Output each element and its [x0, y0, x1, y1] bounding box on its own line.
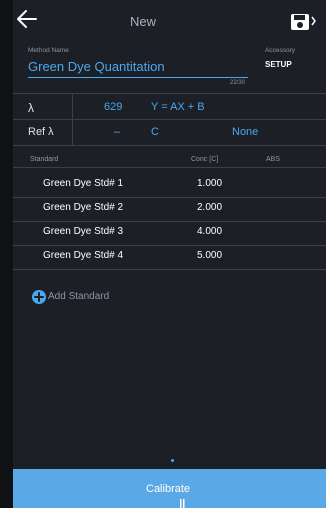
ref-lambda-label: Ref λ: [28, 126, 54, 138]
standard-conc: 2.000: [197, 202, 223, 213]
equation-value[interactable]: Y = AX + B: [151, 101, 205, 113]
lambda-value[interactable]: 629: [104, 101, 122, 113]
table-row[interactable]: Green Dye Std# 4 5.000: [13, 244, 326, 268]
page-title: New: [130, 14, 157, 29]
standard-name: Green Dye Std# 2: [43, 202, 124, 213]
chevron-right-icon[interactable]: [311, 16, 316, 26]
method-name-underline: [28, 77, 248, 78]
page-indicator-dot: [171, 459, 174, 462]
ref-none-value[interactable]: None: [232, 126, 258, 138]
standard-name: Green Dye Std# 3: [43, 226, 124, 237]
table-row[interactable]: Green Dye Std# 1 1.000: [13, 172, 326, 196]
divider: [13, 119, 326, 120]
accessory-label: Accessory: [265, 47, 295, 54]
standard-conc: 5.000: [197, 250, 223, 261]
divider: [13, 167, 326, 168]
column-header-standard: Standard: [30, 156, 59, 163]
save-icon[interactable]: [290, 13, 310, 31]
divider: [72, 93, 73, 145]
lambda-label: λ: [28, 101, 34, 115]
method-name-counter: 22/30: [230, 80, 246, 86]
plus-circle-icon[interactable]: [32, 290, 46, 304]
table-row[interactable]: Green Dye Std# 3 4.000: [13, 220, 326, 244]
standard-name: Green Dye Std# 1: [43, 178, 124, 189]
standard-conc: 4.000: [197, 226, 223, 237]
standard-name: Green Dye Std# 4: [43, 250, 124, 261]
method-name-input[interactable]: Green Dye Quantitation: [28, 59, 165, 74]
accessory-value[interactable]: SETUP: [265, 60, 292, 69]
divider: [13, 93, 326, 94]
table-row[interactable]: Green Dye Std# 2 2.000: [13, 196, 326, 220]
ref-lambda-value[interactable]: –: [114, 126, 120, 138]
calibrate-button-label: Calibrate: [146, 483, 191, 495]
left-edge: [0, 0, 13, 508]
ref-c-value[interactable]: C: [151, 126, 159, 138]
column-header-conc: Conc [C]: [191, 156, 219, 163]
divider: [13, 145, 326, 146]
add-standard-button[interactable]: Add Standard: [48, 291, 109, 302]
column-header-abs: ABS: [266, 156, 281, 163]
cursor-icon: [180, 499, 185, 508]
arrow-left-icon[interactable]: [16, 9, 38, 29]
divider: [13, 269, 326, 270]
top-bar: [13, 0, 326, 42]
method-name-label: Method Name: [28, 47, 69, 54]
standard-conc: 1.000: [197, 178, 223, 189]
